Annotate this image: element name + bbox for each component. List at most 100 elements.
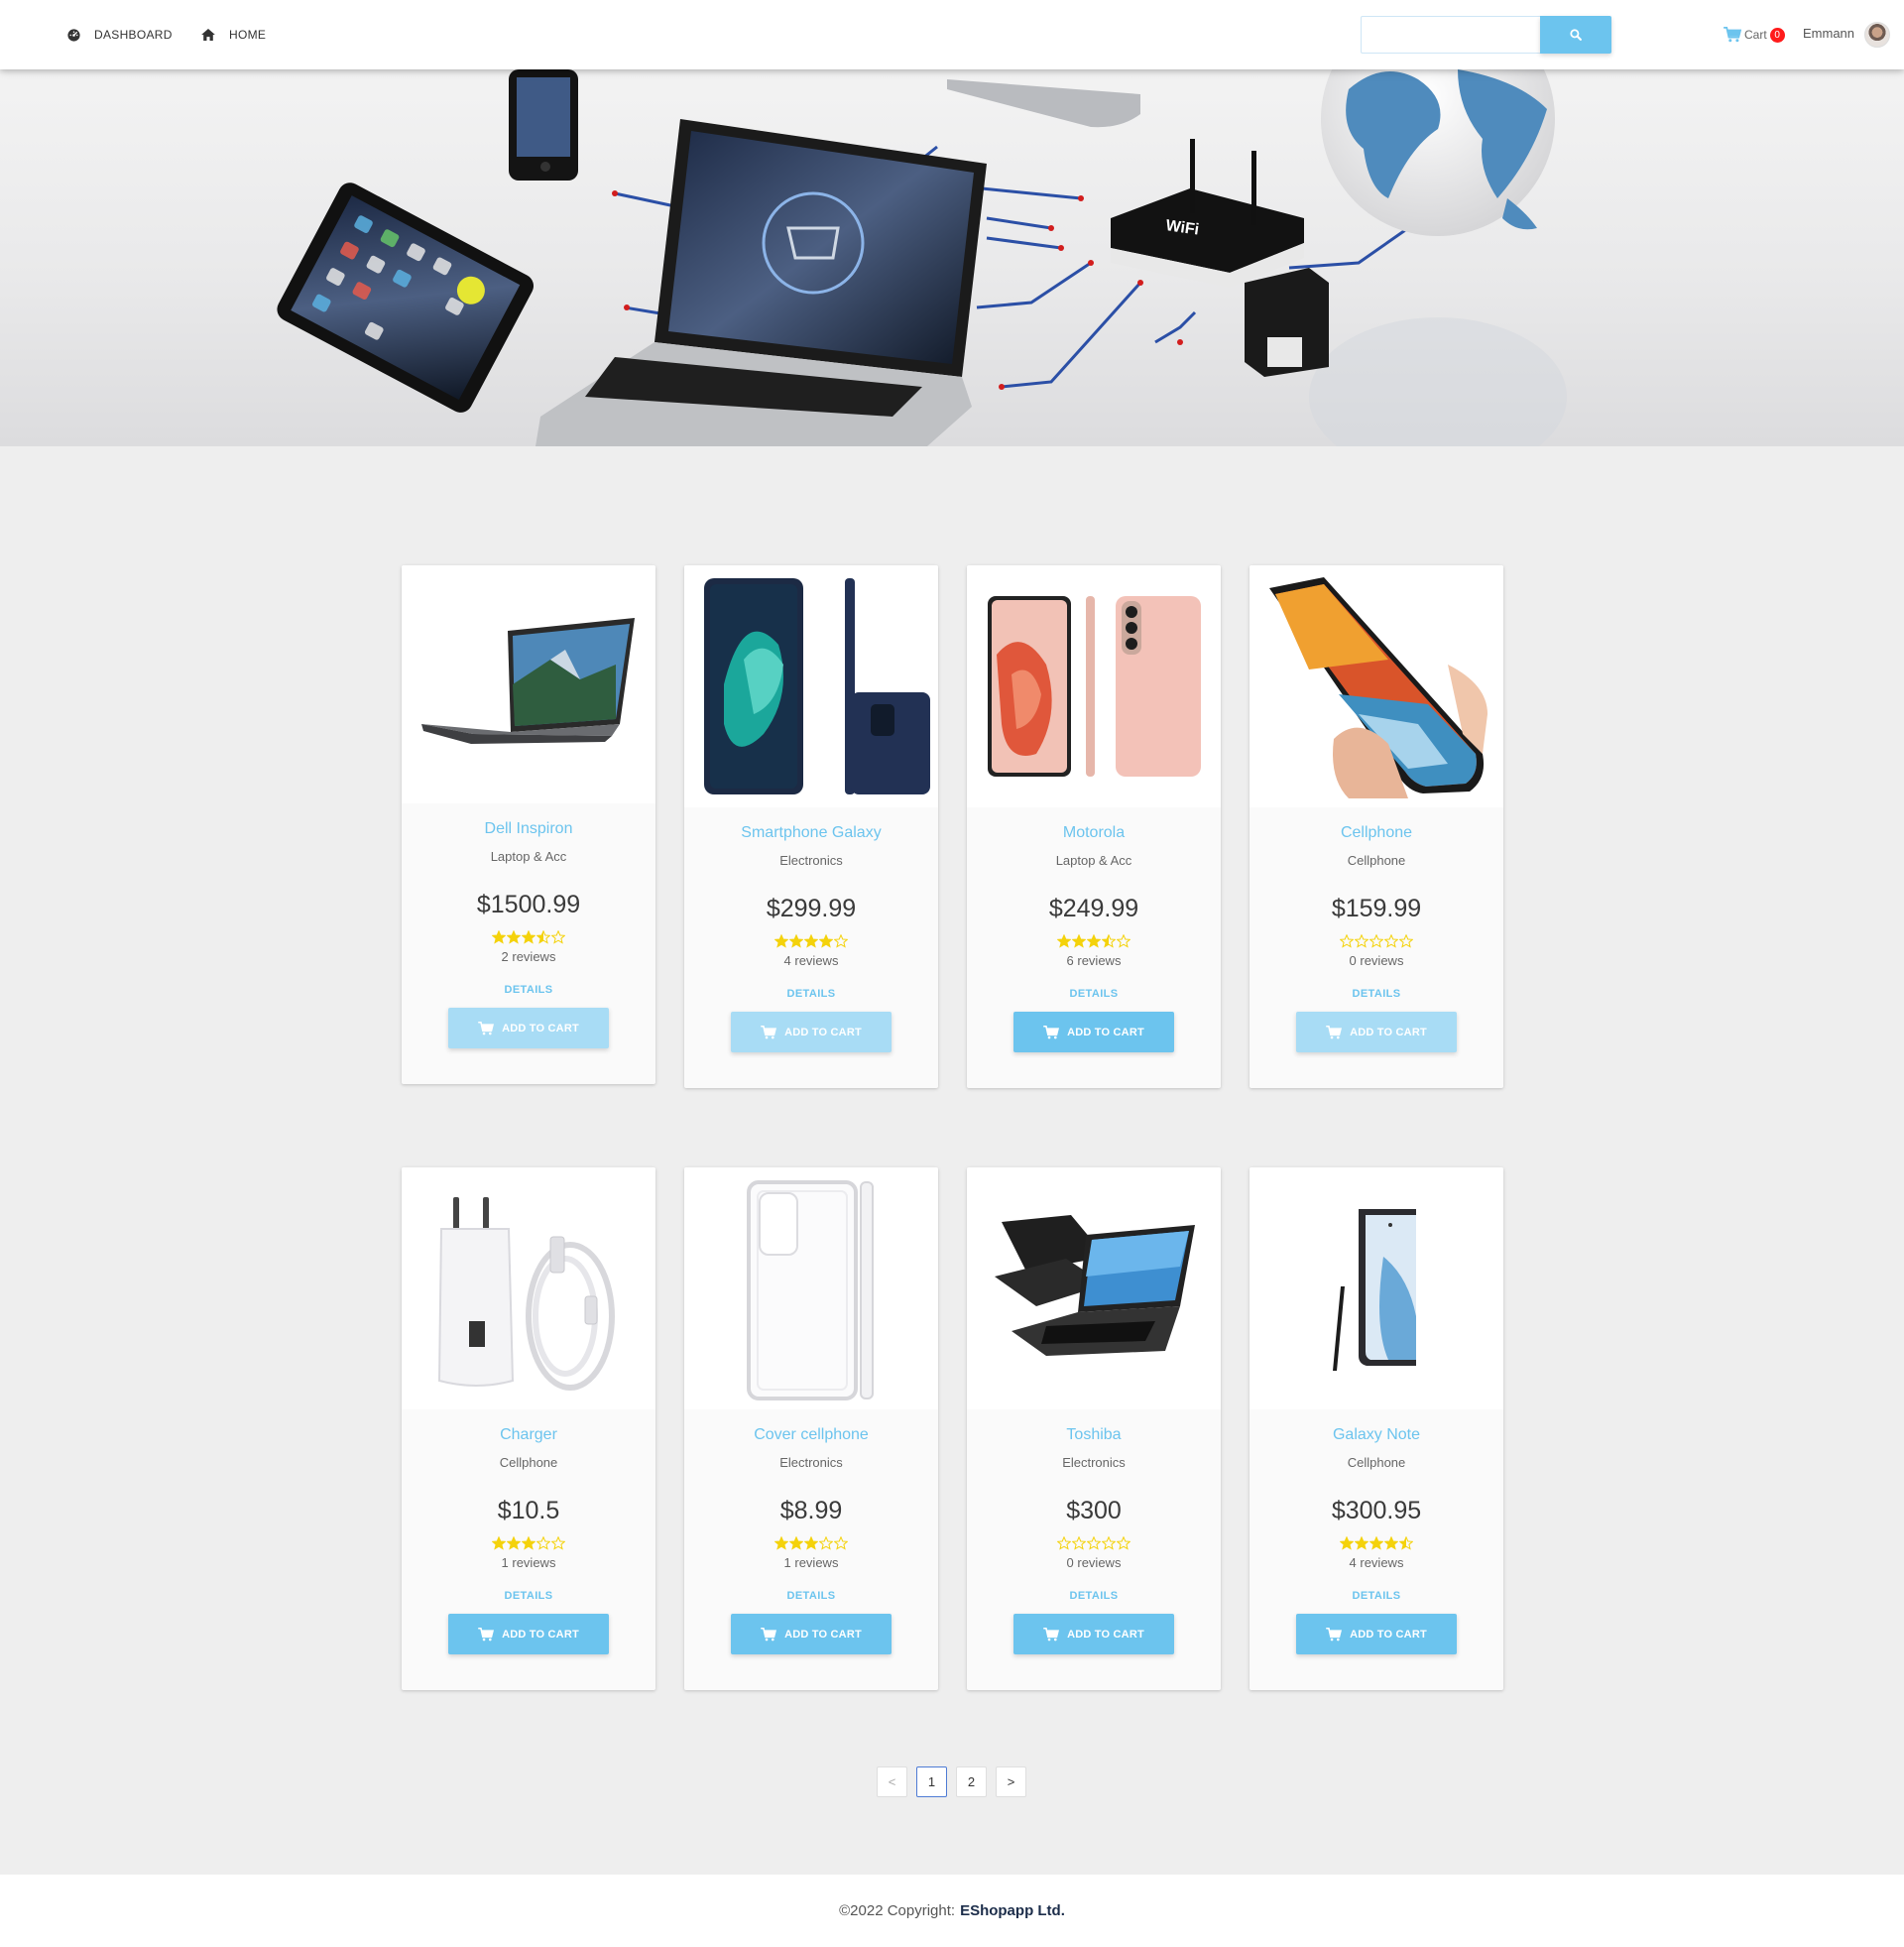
star-empty-icon: [1384, 934, 1398, 948]
nav-dashboard-label: DASHBOARD: [94, 28, 173, 42]
details-link[interactable]: DETAILS: [402, 1584, 655, 1614]
search-icon: [1570, 29, 1582, 41]
product-info: Galaxy Note Cellphone $300.95 4 reviews …: [1250, 1409, 1503, 1654]
home-icon: [201, 29, 215, 41]
star-empty-icon: [551, 1536, 565, 1550]
galaxy-note-product-photo: [1333, 1209, 1416, 1371]
product-image[interactable]: [967, 1167, 1221, 1409]
star-full-icon: [492, 930, 506, 944]
star-full-icon: [804, 934, 818, 948]
details-link[interactable]: DETAILS: [1250, 1584, 1503, 1614]
star-full-icon: [1072, 934, 1086, 948]
star-empty-icon: [819, 1536, 833, 1550]
add-to-cart-button[interactable]: ADD TO CART: [448, 1614, 609, 1654]
product-card: Cellphone Cellphone $159.99 0 reviews DE…: [1250, 565, 1503, 1088]
pagination-page-2[interactable]: 2: [956, 1766, 987, 1797]
cart-icon: [478, 1627, 495, 1641]
add-to-cart-button[interactable]: ADD TO CART: [1296, 1012, 1457, 1052]
product-name[interactable]: Smartphone Galaxy: [684, 807, 938, 847]
product-card: Smartphone Galaxy Electronics $299.99 4 …: [684, 565, 938, 1088]
cart-link[interactable]: Cart 0: [1724, 22, 1785, 48]
pagination-page-1[interactable]: 1: [916, 1766, 947, 1797]
add-to-cart-label: ADD TO CART: [1350, 1628, 1427, 1641]
product-name[interactable]: Motorola: [967, 807, 1221, 847]
product-card: Motorola Laptop & Acc $249.99 6 reviews …: [967, 565, 1221, 1088]
star-full-icon: [1057, 934, 1071, 948]
product-review-count: 1 reviews: [501, 1555, 556, 1570]
product-name[interactable]: Dell Inspiron: [402, 803, 655, 843]
star-empty-icon: [1399, 934, 1413, 948]
pagination-next-button[interactable]: >: [996, 1766, 1026, 1797]
product-category: Laptop & Acc: [1055, 853, 1132, 868]
star-full-icon: [507, 1536, 521, 1550]
product-review-count: 0 reviews: [1349, 953, 1404, 968]
star-full-icon: [522, 930, 536, 944]
product-info: Toshiba Electronics $300 0 reviews DETAI…: [967, 1409, 1221, 1654]
footer: ©2022 Copyright: EShopapp Ltd.: [0, 1875, 1904, 1947]
product-category: Cellphone: [1347, 853, 1406, 868]
product-price: $159.99: [1331, 895, 1422, 922]
star-full-icon: [1355, 1536, 1368, 1550]
product-image[interactable]: [1250, 565, 1503, 807]
product-price: $299.99: [766, 895, 857, 922]
rating-stars: [967, 1536, 1221, 1550]
details-link[interactable]: DETAILS: [967, 1584, 1221, 1614]
product-name[interactable]: Cellphone: [1250, 807, 1503, 847]
details-link[interactable]: DETAILS: [1250, 982, 1503, 1012]
product-image[interactable]: [402, 565, 655, 803]
product-category: Electronics: [1062, 1455, 1126, 1470]
star-empty-icon: [834, 934, 848, 948]
hero-devices-illustration: WiFi: [277, 69, 1567, 446]
details-link[interactable]: DETAILS: [402, 978, 655, 1008]
product-price: $10.5: [497, 1497, 560, 1524]
add-to-cart-button[interactable]: ADD TO CART: [1013, 1614, 1174, 1654]
rating-stars: [402, 930, 655, 944]
add-to-cart-button[interactable]: ADD TO CART: [1013, 1012, 1174, 1052]
search-button[interactable]: [1540, 16, 1611, 54]
rating-stars: [402, 1536, 655, 1550]
product-category: Cellphone: [1347, 1455, 1406, 1470]
add-to-cart-button[interactable]: ADD TO CART: [731, 1012, 892, 1052]
product-name[interactable]: Toshiba: [967, 1409, 1221, 1449]
product-image[interactable]: [402, 1167, 655, 1409]
product-card: Toshiba Electronics $300 0 reviews DETAI…: [967, 1167, 1221, 1690]
star-empty-icon: [1355, 934, 1368, 948]
product-price: $249.99: [1048, 895, 1139, 922]
product-review-count: 1 reviews: [783, 1555, 839, 1570]
product-category: Electronics: [779, 853, 843, 868]
product-image[interactable]: [684, 565, 938, 807]
search-input[interactable]: [1361, 16, 1541, 54]
product-image[interactable]: [684, 1167, 938, 1409]
pagination-prev-button[interactable]: <: [877, 1766, 907, 1797]
add-to-cart-label: ADD TO CART: [1067, 1026, 1144, 1038]
add-to-cart-button[interactable]: ADD TO CART: [731, 1614, 892, 1654]
product-category: Electronics: [779, 1455, 843, 1470]
details-link[interactable]: DETAILS: [684, 982, 938, 1012]
add-to-cart-label: ADD TO CART: [784, 1026, 862, 1038]
cellphone-product-photo: [1269, 577, 1488, 798]
details-link[interactable]: DETAILS: [967, 982, 1221, 1012]
nav-dashboard-link[interactable]: DASHBOARD: [67, 0, 173, 69]
product-image[interactable]: [967, 565, 1221, 807]
add-to-cart-label: ADD TO CART: [502, 1022, 579, 1034]
cart-icon: [761, 1025, 777, 1038]
product-name[interactable]: Charger: [402, 1409, 655, 1449]
details-link[interactable]: DETAILS: [684, 1584, 938, 1614]
footer-company-link[interactable]: EShopapp Ltd.: [960, 1902, 1065, 1919]
cart-label: Cart: [1744, 28, 1767, 42]
star-empty-icon: [1057, 1536, 1071, 1550]
add-to-cart-label: ADD TO CART: [1350, 1026, 1427, 1038]
toshiba-laptop-product-photo: [995, 1215, 1195, 1356]
star-full-icon: [1340, 1536, 1354, 1550]
nav-home-link[interactable]: HOME: [201, 0, 266, 69]
star-full-icon: [804, 1536, 818, 1550]
product-name[interactable]: Galaxy Note: [1250, 1409, 1503, 1449]
user-name[interactable]: Emmann: [1803, 26, 1854, 41]
product-review-count: 0 reviews: [1066, 1555, 1122, 1570]
add-to-cart-button[interactable]: ADD TO CART: [1296, 1614, 1457, 1654]
cart-icon: [1043, 1025, 1060, 1038]
add-to-cart-button[interactable]: ADD TO CART: [448, 1008, 609, 1048]
user-avatar[interactable]: [1864, 22, 1890, 48]
product-name[interactable]: Cover cellphone: [684, 1409, 938, 1449]
product-image[interactable]: [1250, 1167, 1503, 1409]
